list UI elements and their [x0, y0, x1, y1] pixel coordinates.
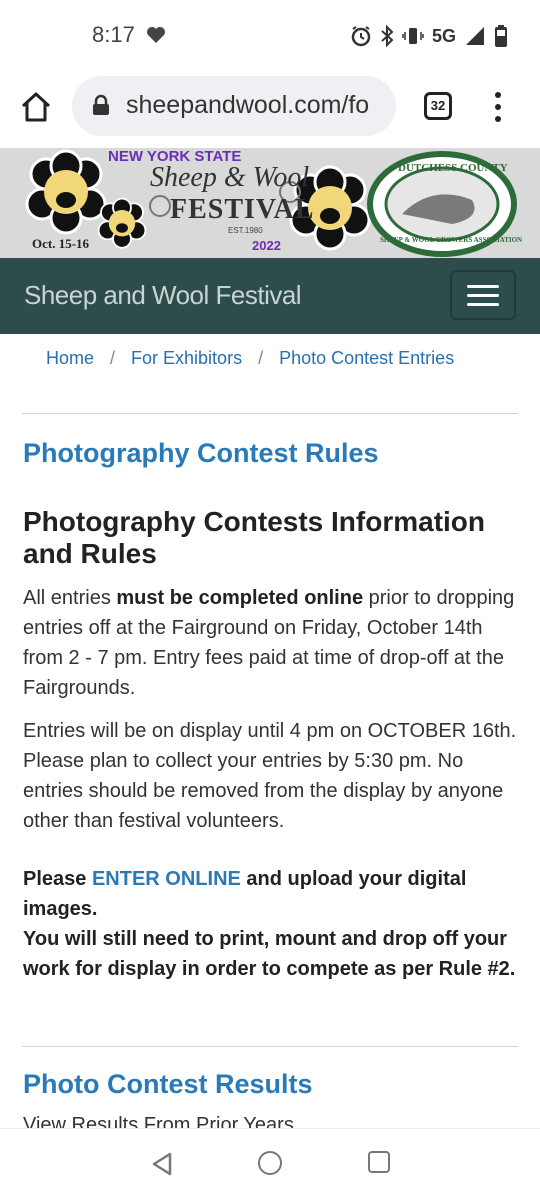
- paragraph-display: Entries will be on display until 4 pm on…: [23, 720, 517, 832]
- breadcrumb-home[interactable]: Home: [46, 348, 94, 369]
- vibrate-icon: [402, 28, 424, 44]
- breadcrumb-separator: /: [258, 348, 264, 368]
- heart-icon: [147, 27, 165, 43]
- assoc-bottom-text: SHEEP & WOOL GROWERS ASSOCIATION: [380, 236, 523, 244]
- status-bar: 8:17 5G: [0, 0, 540, 72]
- bluetooth-icon: [381, 25, 394, 47]
- menu-dot: [495, 92, 501, 98]
- status-icons: 5G: [350, 24, 508, 48]
- breadcrumb: Home / For Exhibitors / Photo Contest En…: [46, 348, 454, 369]
- battery-icon: [495, 25, 507, 47]
- site-brand[interactable]: Sheep and Wool Festival: [24, 280, 302, 311]
- browser-toolbar: sheepandwool.com/fo 32: [0, 72, 540, 146]
- recents-icon[interactable]: [368, 1151, 390, 1173]
- menu-dot: [495, 116, 501, 122]
- nav-toggle-button[interactable]: [450, 270, 516, 320]
- system-nav-bar: [0, 1128, 540, 1200]
- tab-switcher-button[interactable]: 32: [424, 92, 452, 120]
- section-title: Photography Contest Rules: [23, 438, 379, 468]
- banner-title-1: Sheep & Wool: [150, 162, 310, 193]
- divider: [22, 1046, 518, 1047]
- hamburger-line: [467, 293, 499, 297]
- site-navbar: Sheep and Wool Festival: [0, 258, 540, 334]
- banner-year: 2022: [252, 238, 281, 253]
- browser-menu-button[interactable]: [488, 92, 508, 122]
- p1-bold: must be completed online: [116, 587, 364, 609]
- banner-title-2: FESTIVAL: [170, 194, 315, 225]
- breadcrumb-photo-contest[interactable]: Photo Contest Entries: [279, 348, 454, 369]
- signal-icon: [466, 27, 484, 45]
- festival-banner[interactable]: NEW YORK STATE Sheep & Wool FESTIVAL EST…: [0, 148, 540, 258]
- results-link[interactable]: View Results From Prior Years: [23, 1110, 519, 1128]
- breadcrumb-for-exhibitors[interactable]: For Exhibitors: [131, 348, 242, 369]
- home-nav-icon[interactable]: [258, 1151, 282, 1175]
- lock-icon: [93, 94, 109, 115]
- results-title: Photo Contest Results: [23, 1069, 313, 1099]
- paragraph-print-mount: You will still need to print, mount and …: [23, 928, 516, 980]
- paragraph-entries: All entries must be completed online pri…: [23, 583, 519, 703]
- p1-pre: All entries: [23, 587, 117, 609]
- home-icon[interactable]: [18, 89, 54, 125]
- url-bar[interactable]: sheepandwool.com/fo: [72, 76, 396, 136]
- network-label: 5G: [431, 25, 456, 46]
- hamburger-line: [467, 284, 499, 288]
- menu-dot: [495, 104, 501, 110]
- divider: [22, 413, 518, 414]
- assoc-top-text: DUTCHESS COUNTY: [398, 162, 508, 174]
- back-icon[interactable]: [150, 1151, 174, 1177]
- hamburger-line: [467, 302, 499, 306]
- url-text[interactable]: sheepandwool.com/fo: [126, 91, 388, 120]
- breadcrumb-separator: /: [110, 348, 116, 368]
- p3-pre: Please: [23, 868, 92, 890]
- alarm-icon: [351, 26, 371, 47]
- banner-est: EST.1980: [228, 226, 263, 235]
- page-heading: Photography Contests Information and Rul…: [23, 506, 485, 569]
- status-time: 8:17: [92, 22, 135, 47]
- paragraph-enter-online: Please ENTER ONLINE and upload your digi…: [23, 864, 519, 924]
- enter-online-link[interactable]: ENTER ONLINE: [92, 868, 241, 890]
- banner-dates: Oct. 15-16: [32, 236, 90, 251]
